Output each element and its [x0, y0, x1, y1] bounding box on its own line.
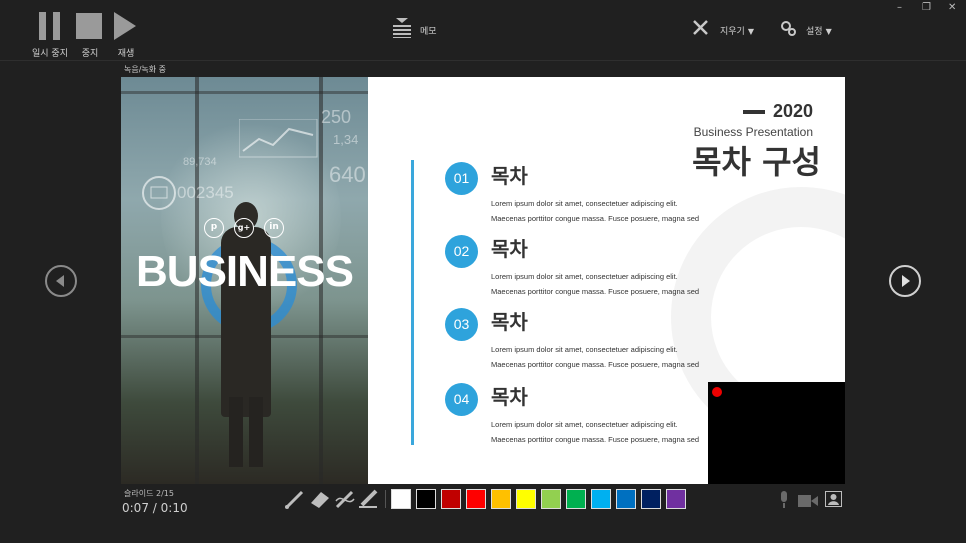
mail-decoration-icon: [142, 176, 176, 210]
erase-dropdown[interactable]: 지우기 ▼: [720, 24, 754, 37]
camera-icon: [798, 495, 818, 507]
color-swatch-dark-red[interactable]: [441, 489, 461, 509]
slide-counter: 슬라이드 2/15: [124, 489, 174, 498]
color-swatch-green[interactable]: [566, 489, 586, 509]
settings-dropdown[interactable]: 설정 ▼: [806, 24, 832, 37]
microphone-icon: [781, 491, 787, 508]
recording-timer: 0:07 / 0:10: [122, 501, 188, 515]
minimize-button[interactable]: –: [897, 2, 902, 13]
caret-down-icon: ▼: [747, 27, 754, 36]
color-swatch-orange[interactable]: [491, 489, 511, 509]
timeline-line: [411, 160, 414, 445]
agenda-description: Lorem ipsum dolor sit amet, consectetuer…: [491, 345, 700, 369]
laser-pointer-icon: [335, 490, 355, 509]
gear-icon: [781, 21, 796, 36]
color-swatch-yellow[interactable]: [516, 489, 536, 509]
camera-preview[interactable]: [708, 382, 845, 484]
agenda-title: 목차: [491, 164, 528, 188]
pinterest-icon: p: [204, 218, 224, 238]
google-plus-icon: g+: [234, 218, 254, 238]
agenda-description: Lorem ipsum dolor sit amet, consectetuer…: [491, 272, 700, 296]
restore-button[interactable]: ❐: [922, 2, 931, 13]
color-swatch-white[interactable]: [391, 489, 411, 509]
highlighter-tool[interactable]: [358, 489, 380, 509]
camera-preview-icon: [825, 491, 842, 507]
color-swatch-light-blue[interactable]: [591, 489, 611, 509]
color-swatch-purple[interactable]: [666, 489, 686, 509]
next-slide-button[interactable]: [889, 265, 921, 297]
arrow-right-icon: [902, 275, 910, 287]
play-icon: [114, 12, 136, 40]
memo-icon: [393, 18, 411, 38]
erase-button[interactable]: [693, 20, 708, 39]
previous-slide-button[interactable]: [45, 265, 77, 297]
toolbar-divider: [0, 60, 966, 61]
recording-status: 녹음/녹화 중: [124, 65, 167, 74]
linkedin-icon: in: [264, 218, 284, 238]
play-label: 재생: [117, 49, 135, 59]
business-photo: 250 1,34 640 002345 89,734 p g+ in BUSIN…: [121, 77, 368, 484]
color-swatch-dark-blue[interactable]: [641, 489, 661, 509]
erase-x-icon: [693, 20, 708, 35]
slide-canvas: 250 1,34 640 002345 89,734 p g+ in BUSIN…: [121, 77, 845, 484]
settings-button[interactable]: [780, 20, 796, 40]
highlighter-icon: [359, 489, 378, 508]
caret-down-icon: ▼: [825, 27, 832, 36]
memo-label[interactable]: 메모: [420, 24, 437, 37]
business-heading: BUSINESS: [136, 247, 354, 296]
agenda-number: 03: [445, 308, 478, 341]
color-swatch-blue[interactable]: [616, 489, 636, 509]
agenda-number: 01: [445, 162, 478, 195]
eraser-tool[interactable]: [309, 489, 331, 509]
eraser-icon: [311, 492, 329, 508]
agenda-title: 목차: [491, 310, 528, 334]
chart-decoration-icon: [239, 119, 318, 158]
arrow-left-icon: [56, 275, 64, 287]
memo-button[interactable]: [392, 18, 412, 42]
color-swatch-light-green[interactable]: [541, 489, 561, 509]
recording-dot-icon: [712, 387, 722, 397]
slide-year: 2020: [743, 101, 813, 122]
pen-tool[interactable]: [284, 489, 306, 509]
agenda-number: 04: [445, 383, 478, 416]
agenda-title: 목차: [491, 237, 528, 261]
slide-title: 목차 구성: [692, 143, 821, 181]
pause-icon: [39, 12, 46, 40]
close-button[interactable]: ✕: [948, 2, 956, 13]
agenda-title: 목차: [491, 385, 528, 409]
agenda-number: 02: [445, 235, 478, 268]
pen-icon: [285, 490, 304, 509]
stop-icon: [76, 13, 102, 39]
camera-preview-toggle[interactable]: [825, 491, 842, 511]
color-swatch-black[interactable]: [416, 489, 436, 509]
camera-button[interactable]: [798, 493, 818, 512]
microphone-button[interactable]: [778, 491, 790, 513]
agenda-description: Lorem ipsum dolor sit amet, consectetuer…: [491, 199, 700, 223]
color-swatch-red[interactable]: [466, 489, 486, 509]
laser-pointer-tool[interactable]: [334, 489, 356, 509]
